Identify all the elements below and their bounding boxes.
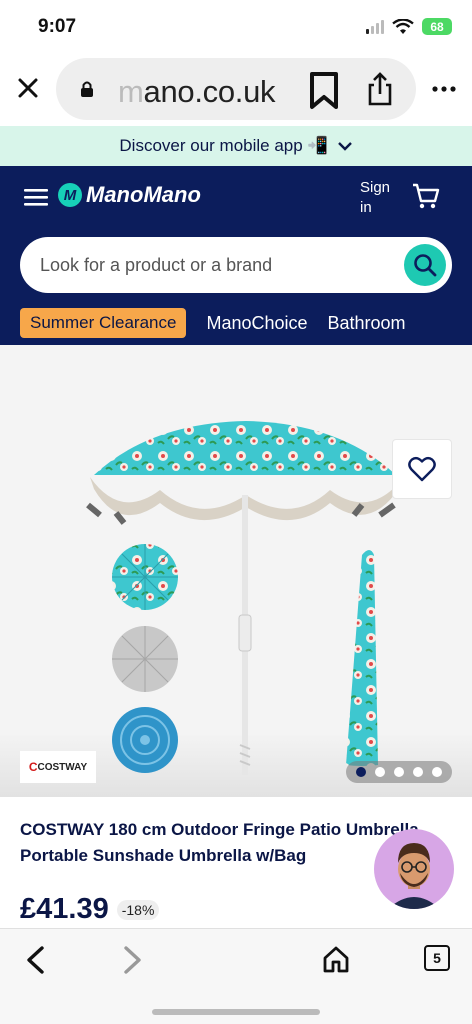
url-bar[interactable]: mano.co.uk	[56, 58, 416, 120]
nav-item-summer-clearance[interactable]: Summer Clearance	[20, 308, 187, 338]
price-row: £41.39 -18%	[20, 893, 160, 926]
more-icon[interactable]	[432, 86, 456, 92]
carousel-dot[interactable]	[393, 767, 404, 777]
carousel-pagination[interactable]	[346, 761, 452, 783]
avatar-illustration	[388, 843, 440, 909]
browser-toolbar: mano.co.uk	[0, 56, 472, 126]
signal-icon	[366, 19, 384, 34]
wifi-icon	[392, 18, 414, 34]
browser-bottom-toolbar: 5	[0, 928, 472, 1024]
site-header: M ManoMano Sign in Look for a product or…	[0, 166, 472, 345]
tabs-icon[interactable]: 5	[424, 945, 450, 971]
carousel-dot[interactable]	[356, 767, 367, 777]
app-banner-text: Discover our mobile app 📲	[119, 136, 329, 155]
carousel-dot[interactable]	[375, 767, 386, 777]
back-icon[interactable]	[24, 945, 46, 975]
nav-item-manochoice[interactable]: ManoChoice	[206, 313, 307, 334]
chevron-down-icon	[337, 142, 352, 151]
nav-item-bathroom[interactable]: Bathroom	[328, 313, 406, 334]
menu-icon[interactable]	[24, 188, 48, 206]
home-icon[interactable]	[322, 945, 350, 973]
carousel-dot[interactable]	[412, 767, 423, 777]
app-download-banner[interactable]: Discover our mobile app 📲	[0, 126, 472, 166]
assistant-avatar[interactable]	[374, 829, 454, 909]
heart-icon	[408, 456, 436, 482]
status-icons: 68	[366, 18, 452, 35]
home-indicator	[152, 1009, 320, 1015]
lock-icon	[81, 81, 93, 97]
battery-indicator: 68	[422, 18, 452, 35]
logo-text: ManoMano	[86, 182, 201, 207]
status-bar: 9:07 68	[0, 0, 472, 56]
url-text: mano.co.uk	[118, 74, 276, 109]
close-icon[interactable]	[16, 76, 40, 100]
search-icon	[414, 254, 437, 277]
sign-in-link[interactable]: Sign in	[360, 178, 400, 218]
search-button[interactable]	[404, 244, 446, 286]
product-image-carousel[interactable]: C COSTWAY	[0, 345, 472, 797]
discount-badge: -18%	[116, 899, 160, 920]
product-photo	[0, 345, 472, 797]
wishlist-button[interactable]	[392, 439, 452, 499]
brand-logo: C COSTWAY	[20, 751, 96, 783]
cart-icon[interactable]	[412, 182, 440, 210]
forward-icon[interactable]	[122, 945, 144, 975]
search-input[interactable]: Look for a product or a brand	[20, 237, 452, 293]
status-time: 9:07	[38, 16, 77, 37]
product-price: £41.39	[20, 893, 109, 925]
search-placeholder: Look for a product or a brand	[40, 255, 273, 275]
site-logo[interactable]: M ManoMano	[58, 182, 201, 208]
share-icon[interactable]	[366, 72, 394, 106]
logo-badge: M	[58, 183, 82, 207]
bookmark-icon[interactable]	[308, 72, 340, 110]
category-nav: Summer Clearance ManoChoice Bathroom	[20, 307, 406, 339]
carousel-dot[interactable]	[431, 767, 442, 777]
